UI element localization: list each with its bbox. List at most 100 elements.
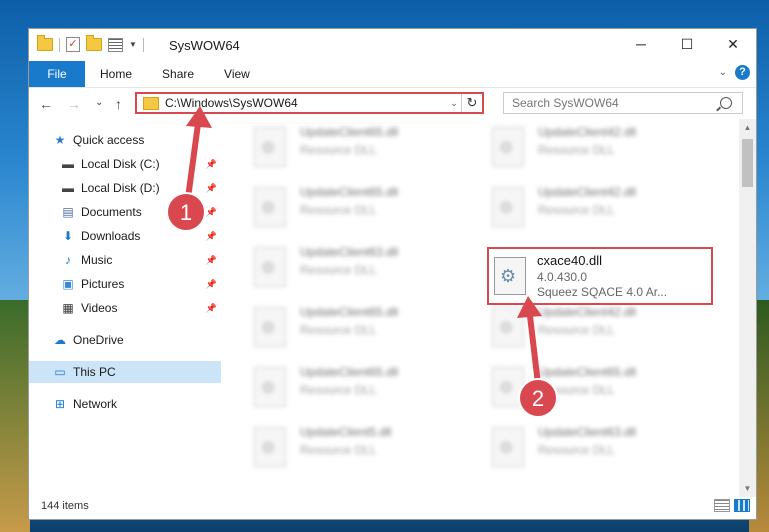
file-type: Resource DLL bbox=[300, 263, 377, 277]
address-dropdown-icon[interactable]: ⌄ bbox=[447, 98, 461, 109]
minimize-button[interactable]: ─ bbox=[618, 29, 664, 59]
sidebar-item-local-disk-c[interactable]: ▬ Local Disk (C:) 📌 bbox=[29, 153, 221, 175]
sidebar-item-documents[interactable]: ▤ Documents 📌 bbox=[29, 201, 221, 223]
file-name: UpdateClient63.dll bbox=[538, 425, 637, 439]
pin-icon[interactable]: 📌 bbox=[206, 159, 217, 170]
list-item[interactable]: UpdateClient5.dll Resource DLL bbox=[248, 421, 478, 475]
sidebar-item-videos[interactable]: ▦ Videos 📌 bbox=[29, 297, 221, 319]
window-title: SysWOW64 bbox=[169, 38, 240, 53]
file-type: Resource DLL bbox=[300, 443, 377, 457]
file-type: Resource DLL bbox=[538, 443, 615, 457]
sidebar-item-local-disk-d[interactable]: ▬ Local Disk (D:) 📌 bbox=[29, 177, 221, 199]
view-toggle bbox=[714, 499, 750, 512]
scroll-up-icon[interactable]: ▲ bbox=[739, 119, 756, 136]
dll-file-icon bbox=[492, 367, 524, 407]
vertical-scrollbar[interactable]: ▲ ▼ bbox=[739, 119, 756, 497]
file-type: Resource DLL bbox=[300, 323, 377, 337]
pin-icon[interactable]: 📌 bbox=[206, 255, 217, 266]
sidebar-item-this-pc[interactable]: ▭ This PC bbox=[29, 361, 221, 383]
pin-icon[interactable]: 📌 bbox=[206, 231, 217, 242]
sidebar-item-pictures[interactable]: ▣ Pictures 📌 bbox=[29, 273, 221, 295]
file-type: Resource DLL bbox=[300, 143, 377, 157]
recent-locations-icon[interactable]: ⌄ bbox=[95, 97, 103, 108]
list-item[interactable]: UpdateClient63.dll Resource DLL bbox=[486, 421, 716, 475]
expand-ribbon-icon[interactable]: ⌄ bbox=[719, 67, 727, 78]
list-item[interactable]: UpdateClient42.dll Resource DLL bbox=[486, 181, 716, 235]
list-item[interactable]: UpdateClient65.dll Resource DLL bbox=[486, 361, 716, 415]
pictures-icon: ▣ bbox=[62, 277, 74, 291]
separator bbox=[142, 37, 144, 52]
file-name: UpdateClient63.dll bbox=[300, 245, 399, 259]
dll-file-icon bbox=[254, 307, 286, 347]
sidebar-item-label: Downloads bbox=[81, 229, 141, 243]
file-name: cxace40.dll bbox=[537, 253, 603, 268]
large-icons-view-icon[interactable] bbox=[734, 499, 750, 512]
folder-icon bbox=[37, 35, 53, 51]
highlighted-dll-file[interactable]: cxace40.dll 4.0.430.0 Squeez SQACE 4.0 A… bbox=[487, 247, 713, 305]
tab-view[interactable]: View bbox=[209, 61, 265, 87]
sidebar-item-label: Music bbox=[81, 253, 113, 267]
sidebar-item-downloads[interactable]: ⬇ Downloads 📌 bbox=[29, 225, 221, 247]
sidebar-item-music[interactable]: ♪ Music 📌 bbox=[29, 249, 221, 271]
file-type: Resource DLL bbox=[300, 203, 377, 217]
list-item[interactable]: UpdateClient63.dll Resource DLL bbox=[248, 241, 478, 295]
up-arrow-icon[interactable]: ↑ bbox=[115, 96, 122, 112]
customize-dropdown-icon[interactable]: ▼ bbox=[129, 40, 137, 49]
music-icon: ♪ bbox=[65, 253, 71, 267]
sidebar-item-network[interactable]: ⊞ Network bbox=[29, 393, 221, 415]
file-name: UpdateClient5.dll bbox=[300, 425, 392, 439]
star-icon: ★ bbox=[54, 133, 66, 147]
maximize-button[interactable]: ☐ bbox=[664, 29, 710, 59]
list-item[interactable]: UpdateClient42.dll Resource DLL bbox=[486, 121, 716, 175]
sidebar-item-label: Videos bbox=[81, 301, 118, 315]
file-version: 4.0.430.0 bbox=[537, 270, 588, 284]
pin-icon[interactable]: 📌 bbox=[206, 303, 217, 314]
file-name: UpdateClient65.dll bbox=[300, 185, 399, 199]
sidebar-item-label: Local Disk (D:) bbox=[81, 181, 160, 195]
list-item[interactable]: UpdateClient42.dll Resource DLL bbox=[486, 301, 716, 355]
properties-icon[interactable] bbox=[108, 37, 123, 52]
details-view-icon[interactable] bbox=[714, 499, 730, 512]
list-item[interactable]: UpdateClient65.dll Resource DLL bbox=[248, 181, 478, 235]
window-controls: ─ ☐ ✕ bbox=[618, 29, 756, 59]
sidebar-item-label: Local Disk (C:) bbox=[81, 157, 160, 171]
address-path[interactable]: C:\Windows\SysWOW64 bbox=[165, 96, 447, 110]
documents-icon: ▤ bbox=[62, 205, 74, 219]
file-name: UpdateClient65.dll bbox=[300, 125, 399, 139]
dll-file-icon bbox=[254, 127, 286, 167]
tab-file[interactable]: File bbox=[29, 61, 85, 87]
pin-icon[interactable]: 📌 bbox=[206, 207, 217, 218]
search-box[interactable] bbox=[503, 92, 743, 114]
sidebar-item-label: This PC bbox=[73, 365, 116, 379]
list-item[interactable]: UpdateClient65.dll Resource DLL bbox=[248, 361, 478, 415]
title-bar: ✓ ▼ SysWOW64 ─ ☐ ✕ bbox=[29, 29, 756, 61]
sidebar-item-label: Quick access bbox=[73, 133, 145, 147]
dll-file-icon bbox=[492, 127, 524, 167]
pin-icon[interactable]: 📌 bbox=[206, 183, 217, 194]
list-item[interactable]: UpdateClient65.dll Resource DLL bbox=[248, 301, 478, 355]
properties-check-icon[interactable]: ✓ bbox=[66, 37, 80, 52]
list-item[interactable]: UpdateClient65.dll Resource DLL bbox=[248, 121, 478, 175]
file-type: Resource DLL bbox=[300, 383, 377, 397]
forward-arrow-icon[interactable]: → bbox=[67, 96, 81, 112]
sidebar-item-quick-access[interactable]: ★ Quick access bbox=[29, 129, 221, 151]
scroll-thumb[interactable] bbox=[742, 139, 753, 187]
sidebar-item-label: OneDrive bbox=[73, 333, 124, 347]
pin-icon[interactable]: 📌 bbox=[206, 279, 217, 290]
back-arrow-icon[interactable]: ← bbox=[39, 96, 53, 112]
help-icon[interactable]: ? bbox=[735, 65, 750, 80]
refresh-icon[interactable]: ↻ bbox=[461, 94, 482, 112]
close-button[interactable]: ✕ bbox=[710, 29, 756, 59]
sidebar-item-onedrive[interactable]: ☁ OneDrive bbox=[29, 329, 221, 351]
dll-file-icon bbox=[254, 427, 286, 467]
search-input[interactable] bbox=[510, 95, 720, 111]
ribbon-right-controls: ⌄ ? bbox=[719, 65, 750, 80]
tab-home[interactable]: Home bbox=[85, 61, 147, 87]
drive-icon: ▬ bbox=[62, 157, 74, 171]
search-icon[interactable] bbox=[720, 97, 732, 109]
new-folder-icon[interactable] bbox=[86, 35, 102, 51]
address-bar[interactable]: C:\Windows\SysWOW64 ⌄ ↻ bbox=[135, 92, 484, 114]
tab-share[interactable]: Share bbox=[147, 61, 209, 87]
drive-icon: ▬ bbox=[62, 181, 74, 195]
dll-file-icon bbox=[492, 427, 524, 467]
